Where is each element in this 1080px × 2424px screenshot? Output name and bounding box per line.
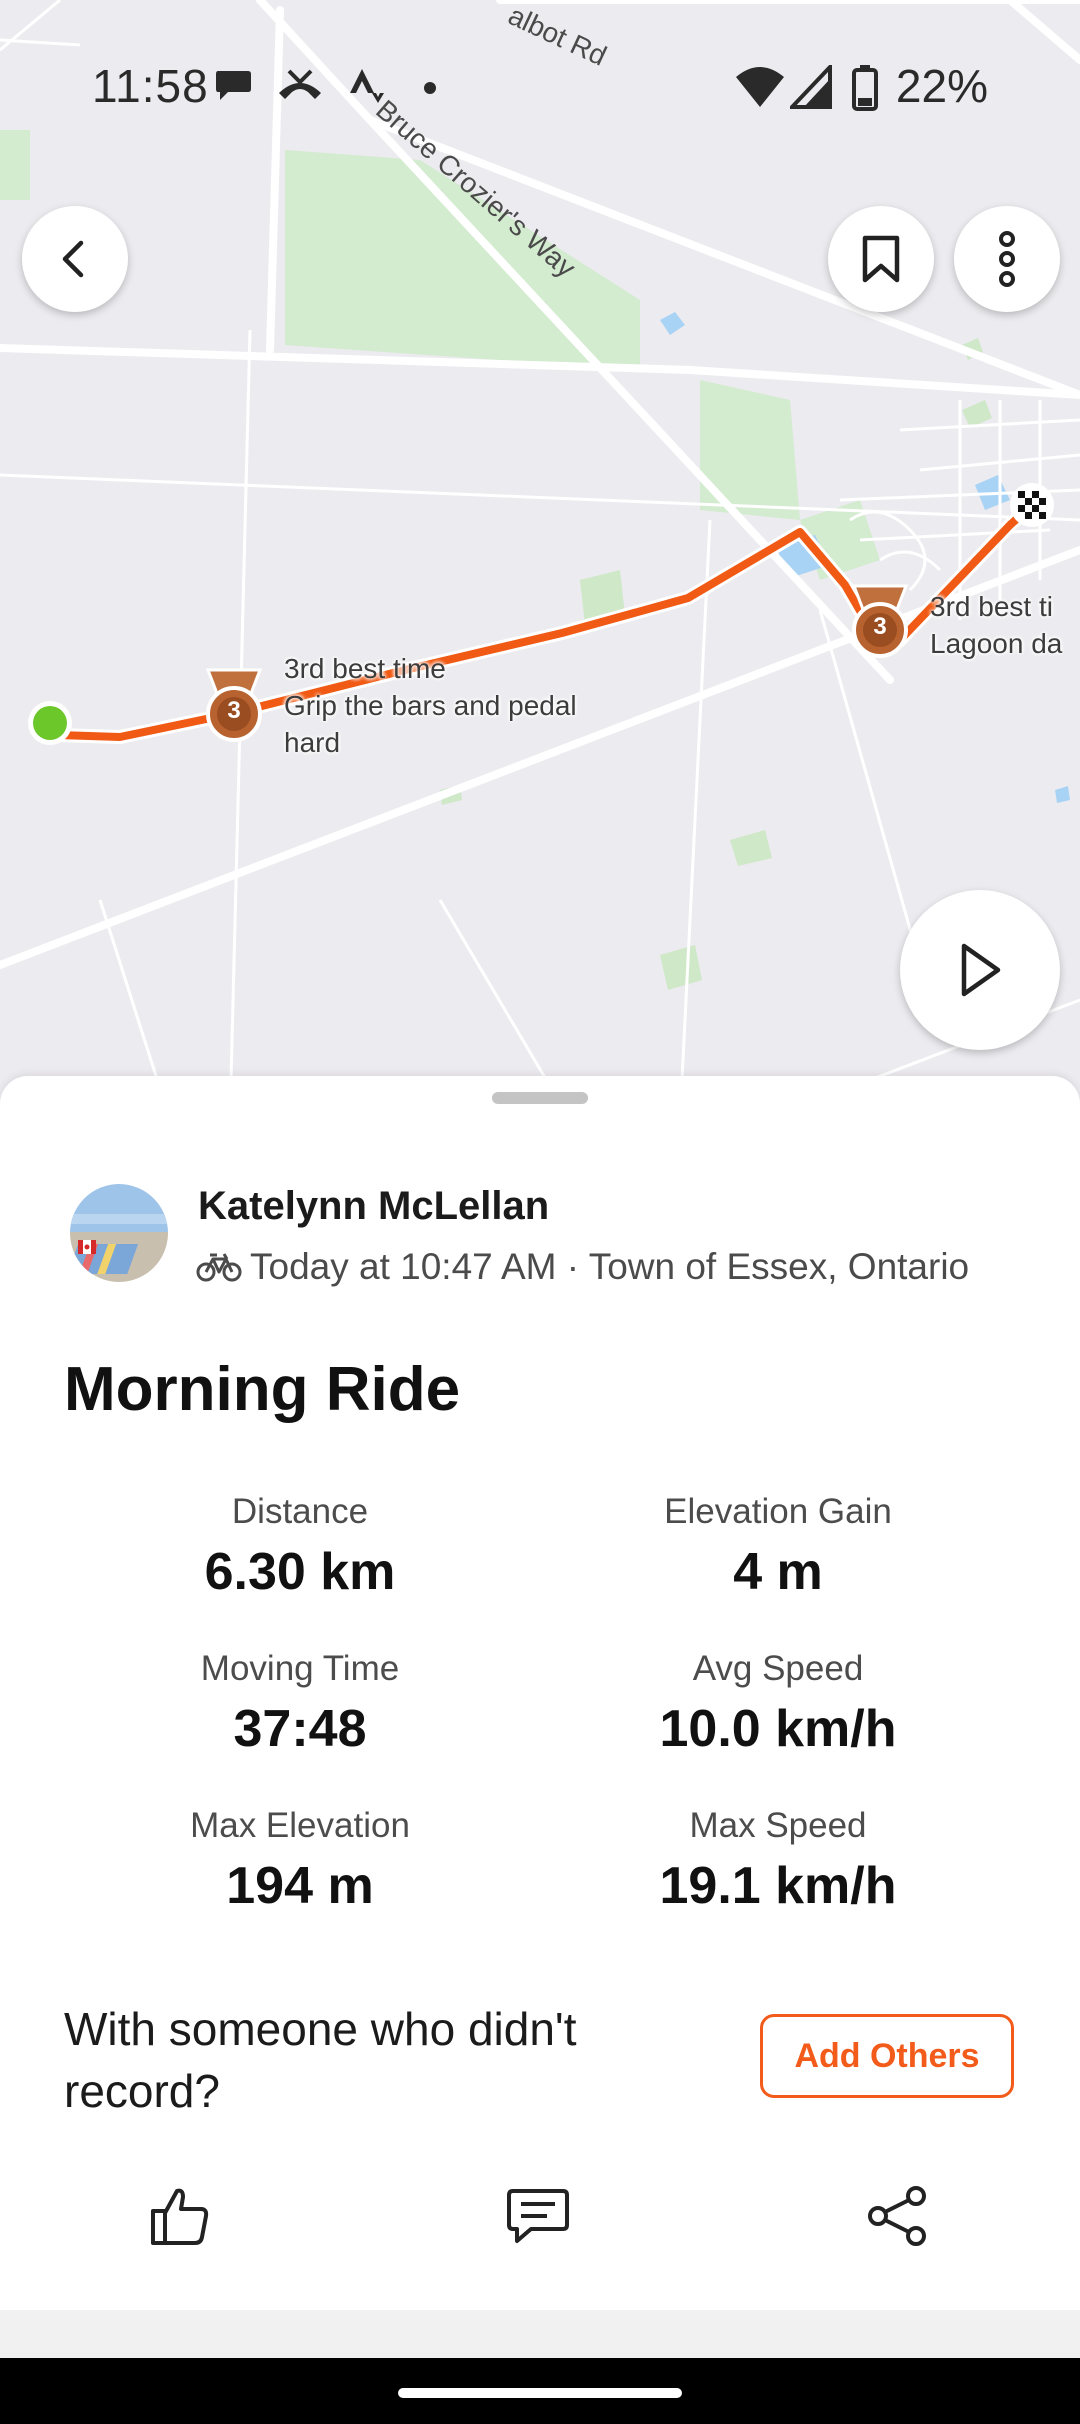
stat-value: 10.0 km/h	[659, 1700, 897, 1758]
with-someone-prompt: With someone who didn't record?	[64, 2003, 577, 2117]
cell-signal-icon	[790, 65, 832, 109]
segment-1-name-line1: Grip the bars and pedal	[284, 690, 577, 721]
medal-rank-1: 3	[227, 697, 241, 724]
chevron-left-icon	[62, 240, 84, 278]
stat-value: 6.30 km	[204, 1543, 396, 1601]
segment-2-name-line1: Lagoon da	[930, 628, 1063, 659]
stat-distance: Distance 6.30 km	[60, 1490, 540, 1604]
status-bar: 11:58 22%	[0, 55, 1080, 125]
missed-call-icon	[279, 69, 321, 99]
segment-2-rank-text: 3rd best ti	[930, 591, 1053, 622]
bookmark-icon	[862, 235, 900, 283]
thumbs-up-icon	[151, 2188, 209, 2245]
play-icon	[961, 943, 1001, 997]
back-button[interactable]	[22, 206, 128, 312]
segment-label-1[interactable]: 3rd best time Grip the bars and pedal ha…	[284, 650, 577, 761]
chat-bubble-icon	[216, 71, 251, 100]
stat-moving-time: Moving Time 37:48	[60, 1647, 540, 1761]
stat-label: Moving Time	[200, 1649, 400, 1688]
activity-meta-text: Today at 10:47 AM · Town of Essex, Ontar…	[250, 1246, 970, 1287]
athlete-name[interactable]: Katelynn McLellan	[198, 1184, 549, 1229]
activity-screen: 3 3 albot Rd Bruce Crozier's Way 3rd bes…	[0, 0, 1080, 2424]
comment-icon	[507, 2189, 569, 2243]
activity-title: Morning Ride	[64, 1355, 461, 1424]
stat-label: Distance	[231, 1492, 369, 1531]
battery-percentage: 22%	[895, 60, 988, 112]
share-button[interactable]	[858, 2176, 938, 2256]
stat-max-speed: Max Speed 19.1 km/h	[538, 1804, 1018, 1918]
play-flyover-button[interactable]	[900, 890, 1060, 1050]
stat-label: Avg Speed	[692, 1649, 864, 1688]
bookmark-button[interactable]	[828, 206, 934, 312]
stat-label: Elevation Gain	[664, 1492, 892, 1531]
add-others-button[interactable]: Add Others	[760, 2014, 1014, 2098]
stat-avg-speed: Avg Speed 10.0 km/h	[538, 1647, 1018, 1761]
notification-dot-icon	[424, 82, 436, 94]
segment-1-rank-text: 3rd best time	[284, 653, 446, 684]
stat-value: 37:48	[233, 1700, 367, 1758]
segment-1-name-line2: hard	[284, 727, 341, 758]
bike-icon	[196, 1253, 242, 1282]
more-options-button[interactable]	[954, 206, 1060, 312]
status-time: 11:58	[92, 60, 209, 112]
stat-max-elevation: Max Elevation 194 m	[60, 1804, 540, 1918]
system-navigation-bar	[0, 2358, 1080, 2424]
sheet-drag-handle[interactable]	[492, 1092, 588, 1104]
avatar-photo	[70, 1184, 168, 1282]
stat-label: Max Elevation	[190, 1806, 410, 1845]
strava-icon	[350, 69, 384, 103]
share-icon	[868, 2186, 926, 2246]
stat-elevation-gain: Elevation Gain 4 m	[538, 1490, 1018, 1604]
segment-label-2[interactable]: 3rd best ti Lagoon da	[930, 588, 1062, 662]
stat-value: 19.1 km/h	[659, 1857, 897, 1915]
comment-button[interactable]	[498, 2176, 578, 2256]
battery-icon	[852, 65, 878, 111]
stat-label: Max Speed	[689, 1806, 867, 1845]
more-vertical-icon	[999, 231, 1015, 287]
route-map[interactable]: 3 3 albot Rd Bruce Crozier's Way 3rd bes…	[0, 0, 1080, 1120]
feed-divider	[0, 2310, 1080, 2358]
home-gesture-handle[interactable]	[398, 2388, 682, 2398]
medal-rank-2: 3	[873, 613, 887, 640]
activity-details-sheet: Katelynn McLellan Today at 10:47 AM · To…	[0, 1076, 1080, 2376]
wifi-icon	[736, 67, 784, 107]
stat-value: 194 m	[226, 1857, 374, 1915]
athlete-avatar[interactable]	[70, 1184, 168, 1282]
activity-meta: Today at 10:47 AM · Town of Essex, Ontar…	[196, 1242, 969, 1292]
stat-value: 4 m	[733, 1543, 823, 1601]
kudos-button[interactable]	[140, 2176, 220, 2256]
